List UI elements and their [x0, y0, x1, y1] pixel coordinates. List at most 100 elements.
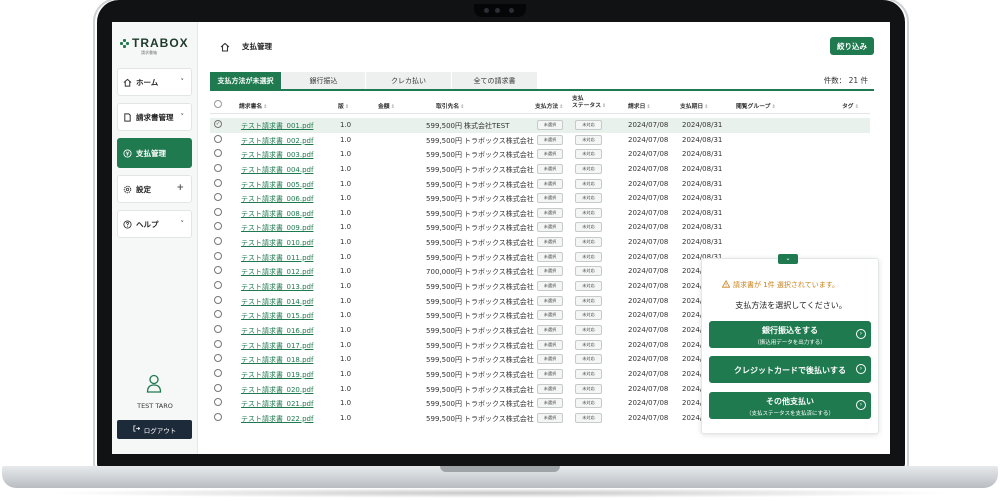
table-row[interactable]: テスト請求書_008.pdf 1.0 599,500円 トラボックス株式会社 未選択 未対…	[210, 206, 870, 221]
pay-status-badge[interactable]: 未対応	[575, 310, 602, 321]
pay-status-badge[interactable]: 未対応	[575, 281, 602, 292]
pay-status-badge[interactable]: 未対応	[575, 339, 602, 350]
invoice-file-link[interactable]: テスト請求書_021.pdf	[241, 399, 313, 409]
table-row[interactable]: テスト請求書_002.pdf 1.0 599,500円 トラボックス株式会社 未選択 未対…	[210, 133, 870, 148]
invoice-file-link[interactable]: テスト請求書_004.pdf	[241, 165, 313, 175]
sidebar-item-invoices[interactable]: 請求書管理 ˅	[117, 103, 192, 131]
pay-method-badge[interactable]: 未選択	[537, 251, 563, 262]
table-row[interactable]: テスト請求書_003.pdf 1.0 599,500円 トラボックス株式会社 未選択 未対…	[210, 147, 870, 162]
pay-method-badge[interactable]: 未選択	[537, 266, 563, 277]
column-header-tag[interactable]: タグ⇕	[842, 101, 859, 110]
table-row[interactable]: テスト請求書_009.pdf 1.0 599,500円 トラボックス株式会社 未選択 未対…	[210, 220, 870, 235]
invoice-file-link[interactable]: テスト請求書_014.pdf	[241, 297, 313, 307]
tab-bank-transfer[interactable]: 銀行振込	[282, 72, 366, 89]
pay-status-badge[interactable]: 未対応	[575, 266, 602, 277]
invoice-file-link[interactable]: テスト請求書_017.pdf	[241, 341, 313, 351]
pay-method-badge[interactable]: 未選択	[537, 222, 563, 233]
invoice-file-link[interactable]: テスト請求書_009.pdf	[241, 223, 313, 233]
invoice-file-link[interactable]: テスト請求書_018.pdf	[241, 355, 313, 365]
other-payment-button[interactable]: その他支払い （支払ステータスを支払済にする） ›	[709, 392, 871, 419]
invoice-file-link[interactable]: テスト請求書_012.pdf	[241, 267, 313, 277]
table-row[interactable]: テスト請求書_006.pdf 1.0 599,500円 トラボックス株式会社 未選択 未対…	[210, 191, 870, 206]
row-checkbox[interactable]	[214, 178, 222, 187]
bank-transfer-button[interactable]: 銀行振込をする （振込用データを出力する） ›	[709, 321, 871, 348]
invoice-file-link[interactable]: テスト請求書_015.pdf	[241, 311, 313, 321]
pay-status-badge[interactable]: 未対応	[575, 412, 602, 423]
column-header-pay-method[interactable]: 支払方法⇕	[535, 101, 563, 110]
pay-status-badge[interactable]: 未対応	[575, 324, 602, 335]
column-header-amount[interactable]: 金額⇕	[378, 101, 395, 110]
column-header-pay-status[interactable]: 支払 ステータス⇕	[572, 96, 606, 110]
sidebar-item-settings[interactable]: 設定 +	[117, 175, 192, 203]
row-checkbox[interactable]	[214, 237, 222, 246]
credit-card-button[interactable]: クレジットカードで後払いする ›	[709, 356, 871, 383]
pay-method-badge[interactable]: 未選択	[537, 237, 563, 248]
pay-status-badge[interactable]: 未対応	[575, 163, 602, 174]
row-checkbox[interactable]	[214, 368, 222, 377]
invoice-file-link[interactable]: テスト請求書_020.pdf	[241, 385, 313, 395]
pay-status-badge[interactable]: 未対応	[575, 251, 602, 262]
table-row[interactable]: テスト請求書_004.pdf 1.0 599,500円 トラボックス株式会社 未選択 未対…	[210, 162, 870, 177]
column-header-version[interactable]: 版⇕	[338, 101, 349, 110]
invoice-file-link[interactable]: テスト請求書_010.pdf	[241, 238, 313, 248]
collapse-panel-button[interactable]: ⌄	[778, 254, 798, 264]
pay-method-badge[interactable]: 未選択	[537, 281, 563, 292]
pay-status-badge[interactable]: 未対応	[575, 222, 602, 233]
pay-status-badge[interactable]: 未対応	[575, 134, 602, 145]
tab-unselected-method[interactable]: 支払方法が未選択	[210, 72, 282, 89]
pay-method-badge[interactable]: 未選択	[537, 383, 563, 394]
invoice-file-link[interactable]: テスト請求書_011.pdf	[241, 253, 313, 263]
pay-status-badge[interactable]: 未対応	[575, 178, 602, 189]
pay-status-badge[interactable]: 未対応	[575, 368, 602, 379]
row-checkbox[interactable]	[214, 412, 222, 421]
row-checkbox[interactable]	[214, 193, 222, 202]
pay-method-badge[interactable]: 未選択	[537, 324, 563, 335]
pay-method-badge[interactable]: 未選択	[537, 310, 563, 321]
row-checkbox[interactable]	[214, 134, 222, 143]
select-all-checkbox[interactable]	[214, 100, 222, 108]
column-header-payee[interactable]: 取引先名⇕	[436, 101, 464, 110]
pay-method-badge[interactable]: 未選択	[537, 339, 563, 350]
row-checkbox[interactable]	[214, 163, 222, 172]
row-checkbox[interactable]	[214, 310, 222, 319]
row-checkbox[interactable]	[214, 251, 222, 260]
pay-method-badge[interactable]: 未選択	[537, 120, 563, 130]
invoice-file-link[interactable]: テスト請求書_019.pdf	[241, 370, 313, 380]
row-checkbox[interactable]	[214, 295, 222, 304]
row-checkbox[interactable]	[214, 354, 222, 363]
row-checkbox[interactable]	[214, 266, 222, 275]
table-row[interactable]: ✓ テスト請求書_001.pdf 1.0 599,500円 株式会社TEST 未選択 未対応…	[210, 118, 870, 133]
invoice-file-link[interactable]: テスト請求書_016.pdf	[241, 326, 313, 336]
invoice-file-link[interactable]: テスト請求書_008.pdf	[241, 209, 313, 219]
pay-method-badge[interactable]: 未選択	[537, 398, 563, 409]
home-icon[interactable]	[220, 42, 230, 54]
pay-status-badge[interactable]: 未対応	[575, 207, 602, 218]
logout-button[interactable]: ログアウト	[117, 420, 192, 439]
pay-method-badge[interactable]: 未選択	[537, 149, 563, 160]
table-row[interactable]: テスト請求書_010.pdf 1.0 599,500円 トラボックス株式会社 未選択 未対…	[210, 235, 870, 250]
pay-method-badge[interactable]: 未選択	[537, 295, 563, 306]
column-header-due-date[interactable]: 支払期日⇕	[680, 101, 708, 110]
row-checkbox[interactable]	[214, 281, 222, 290]
row-checkbox[interactable]	[214, 222, 222, 231]
invoice-file-link[interactable]: テスト請求書_013.pdf	[241, 282, 313, 292]
pay-status-badge[interactable]: 未対応	[575, 398, 602, 409]
row-checkbox[interactable]	[214, 149, 222, 158]
invoice-file-link[interactable]: テスト請求書_003.pdf	[241, 150, 313, 160]
row-checkbox[interactable]	[214, 207, 222, 216]
pay-method-badge[interactable]: 未選択	[537, 163, 563, 174]
pay-method-badge[interactable]: 未選択	[537, 207, 563, 218]
sidebar-item-payments[interactable]: 支払管理	[117, 138, 192, 168]
invoice-file-link[interactable]: テスト請求書_001.pdf	[241, 121, 313, 131]
row-checkbox[interactable]	[214, 398, 222, 407]
sidebar-item-help[interactable]: ヘルプ ˅	[117, 210, 192, 238]
pay-status-badge[interactable]: 未対応	[575, 383, 602, 394]
row-checkbox[interactable]	[214, 383, 222, 392]
pay-status-badge[interactable]: 未対応	[575, 237, 602, 248]
table-row[interactable]: テスト請求書_005.pdf 1.0 599,500円 トラボックス株式会社 未選択 未対…	[210, 177, 870, 192]
pay-method-badge[interactable]: 未選択	[537, 354, 563, 365]
pay-status-badge[interactable]: 未対応	[575, 295, 602, 306]
pay-method-badge[interactable]: 未選択	[537, 412, 563, 423]
pay-status-badge[interactable]: 未対応	[575, 193, 602, 204]
invoice-file-link[interactable]: テスト請求書_022.pdf	[241, 414, 313, 424]
